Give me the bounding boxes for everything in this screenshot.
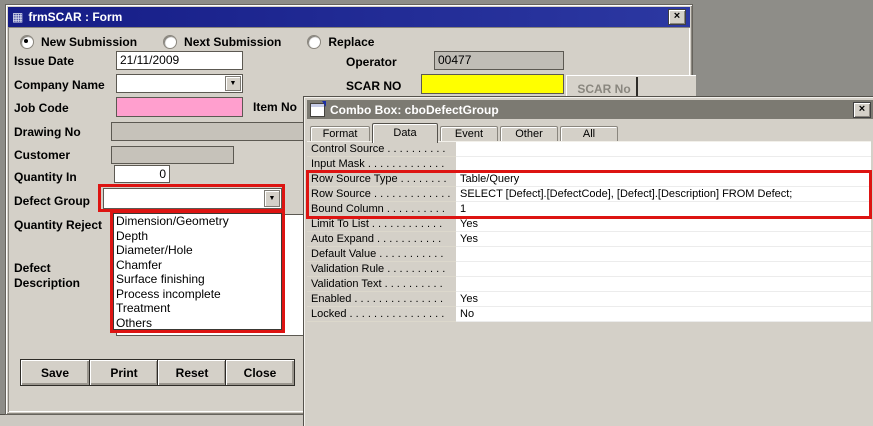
defect-description-label-2: Description [14, 276, 81, 290]
dialog-title: Combo Box: cboDefectGroup [330, 102, 499, 117]
annotation-redbox-combobox [98, 184, 285, 212]
property-row-control-source: Control Source . . . . . . . . . . [307, 142, 871, 157]
property-row-enabled: Enabled . . . . . . . . . . . . . . . Ye… [307, 292, 871, 307]
property-label: Validation Text . . . . . . . . . . [307, 277, 456, 292]
property-value[interactable]: Yes [456, 232, 871, 247]
property-label: Locked . . . . . . . . . . . . . . . . [307, 307, 456, 322]
job-code-field[interactable] [116, 97, 243, 117]
property-row-validation-rule: Validation Rule . . . . . . . . . . [307, 262, 871, 277]
close-button[interactable]: Close [225, 359, 295, 386]
dialog-titlebar[interactable]: Combo Box: cboDefectGroup × [307, 100, 873, 119]
submission-radio-group: New Submission Next Submission Replace [20, 35, 374, 49]
property-label: Default Value . . . . . . . . . . . [307, 247, 456, 262]
radio-icon [307, 35, 322, 49]
reset-button[interactable]: Reset [157, 359, 227, 386]
property-label: Enabled . . . . . . . . . . . . . . . [307, 292, 456, 307]
frmscar-titlebar[interactable]: ▦ frmSCAR : Form × [8, 7, 690, 27]
defect-description-label: Defect [14, 261, 51, 275]
scar-no-label: SCAR NO [346, 79, 402, 93]
property-value[interactable]: Yes [456, 292, 871, 307]
property-row-auto-expand: Auto Expand . . . . . . . . . . . Yes [307, 232, 871, 247]
radio-label: New Submission [41, 35, 138, 49]
property-row-limit-to-list: Limit To List . . . . . . . . . . . . Ye… [307, 217, 871, 232]
tab-other[interactable]: Other [500, 126, 558, 142]
operator-field[interactable]: 00477 [434, 51, 564, 70]
radio-new-submission[interactable]: New Submission [20, 35, 137, 49]
radio-label: Replace [328, 35, 375, 49]
drawing-no-field[interactable] [111, 122, 304, 141]
property-value[interactable] [456, 142, 871, 157]
property-value[interactable] [456, 277, 871, 292]
quantity-in-label: Quantity In [14, 170, 77, 184]
radio-icon [163, 35, 178, 49]
radio-next-submission[interactable]: Next Submission [163, 35, 281, 49]
radio-icon [20, 35, 34, 49]
issue-date-label: Issue Date [14, 54, 75, 68]
company-name-combobox[interactable]: ▼ [116, 74, 243, 93]
property-tabs: Format Data Event Other All [310, 121, 620, 143]
screen: ▦ frmSCAR : Form × New Submission Next S… [0, 0, 873, 426]
print-button[interactable]: Print [89, 359, 159, 386]
property-label: Auto Expand . . . . . . . . . . . [307, 232, 456, 247]
property-row-default-value: Default Value . . . . . . . . . . . [307, 247, 871, 262]
property-row-locked: Locked . . . . . . . . . . . . . . . . N… [307, 307, 871, 322]
tab-format[interactable]: Format [310, 126, 370, 142]
drawing-no-label: Drawing No [14, 125, 81, 139]
issue-date-field[interactable]: 21/11/2009 [116, 51, 243, 70]
radio-replace[interactable]: Replace [307, 35, 374, 49]
close-icon[interactable]: × [853, 101, 871, 118]
operator-label: Operator [346, 55, 397, 69]
close-icon[interactable]: × [668, 9, 686, 25]
quantity-in-field[interactable]: 0 [114, 165, 170, 183]
property-label: Limit To List . . . . . . . . . . . . [307, 217, 456, 232]
tab-event[interactable]: Event [440, 126, 498, 142]
annotation-redbox-rowsource [306, 170, 872, 219]
quantity-reject-label: Quantity Reject [14, 218, 103, 232]
scar-no-field[interactable] [421, 74, 564, 94]
radio-label: Next Submission [184, 35, 282, 49]
property-grid: Control Source . . . . . . . . . . Input… [307, 142, 871, 322]
property-label: Control Source . . . . . . . . . . [307, 142, 456, 157]
combobox-properties-dialog: Combo Box: cboDefectGroup × Format Data … [303, 96, 873, 426]
property-value[interactable] [456, 262, 871, 277]
property-value[interactable] [456, 247, 871, 262]
company-name-label: Company Name [14, 78, 105, 92]
form-icon: ▦ [12, 10, 24, 24]
chevron-down-icon[interactable]: ▼ [225, 76, 241, 91]
tab-data[interactable]: Data [372, 123, 438, 143]
property-row-validation-text: Validation Text . . . . . . . . . . [307, 277, 871, 292]
defect-group-label: Defect Group [14, 194, 91, 208]
property-value[interactable]: No [456, 307, 871, 322]
customer-label: Customer [14, 148, 71, 162]
property-value[interactable]: Yes [456, 217, 871, 232]
job-code-label: Job Code [14, 101, 69, 115]
annotation-redbox-dropdown [110, 210, 285, 333]
save-button[interactable]: Save [20, 359, 90, 386]
property-label: Validation Rule . . . . . . . . . . [307, 262, 456, 277]
item-no-label: Item No [253, 100, 298, 114]
customer-field[interactable] [111, 146, 234, 164]
window-title: frmSCAR : Form [28, 10, 123, 24]
tab-all[interactable]: All [560, 126, 618, 142]
property-sheet-icon [310, 100, 326, 117]
